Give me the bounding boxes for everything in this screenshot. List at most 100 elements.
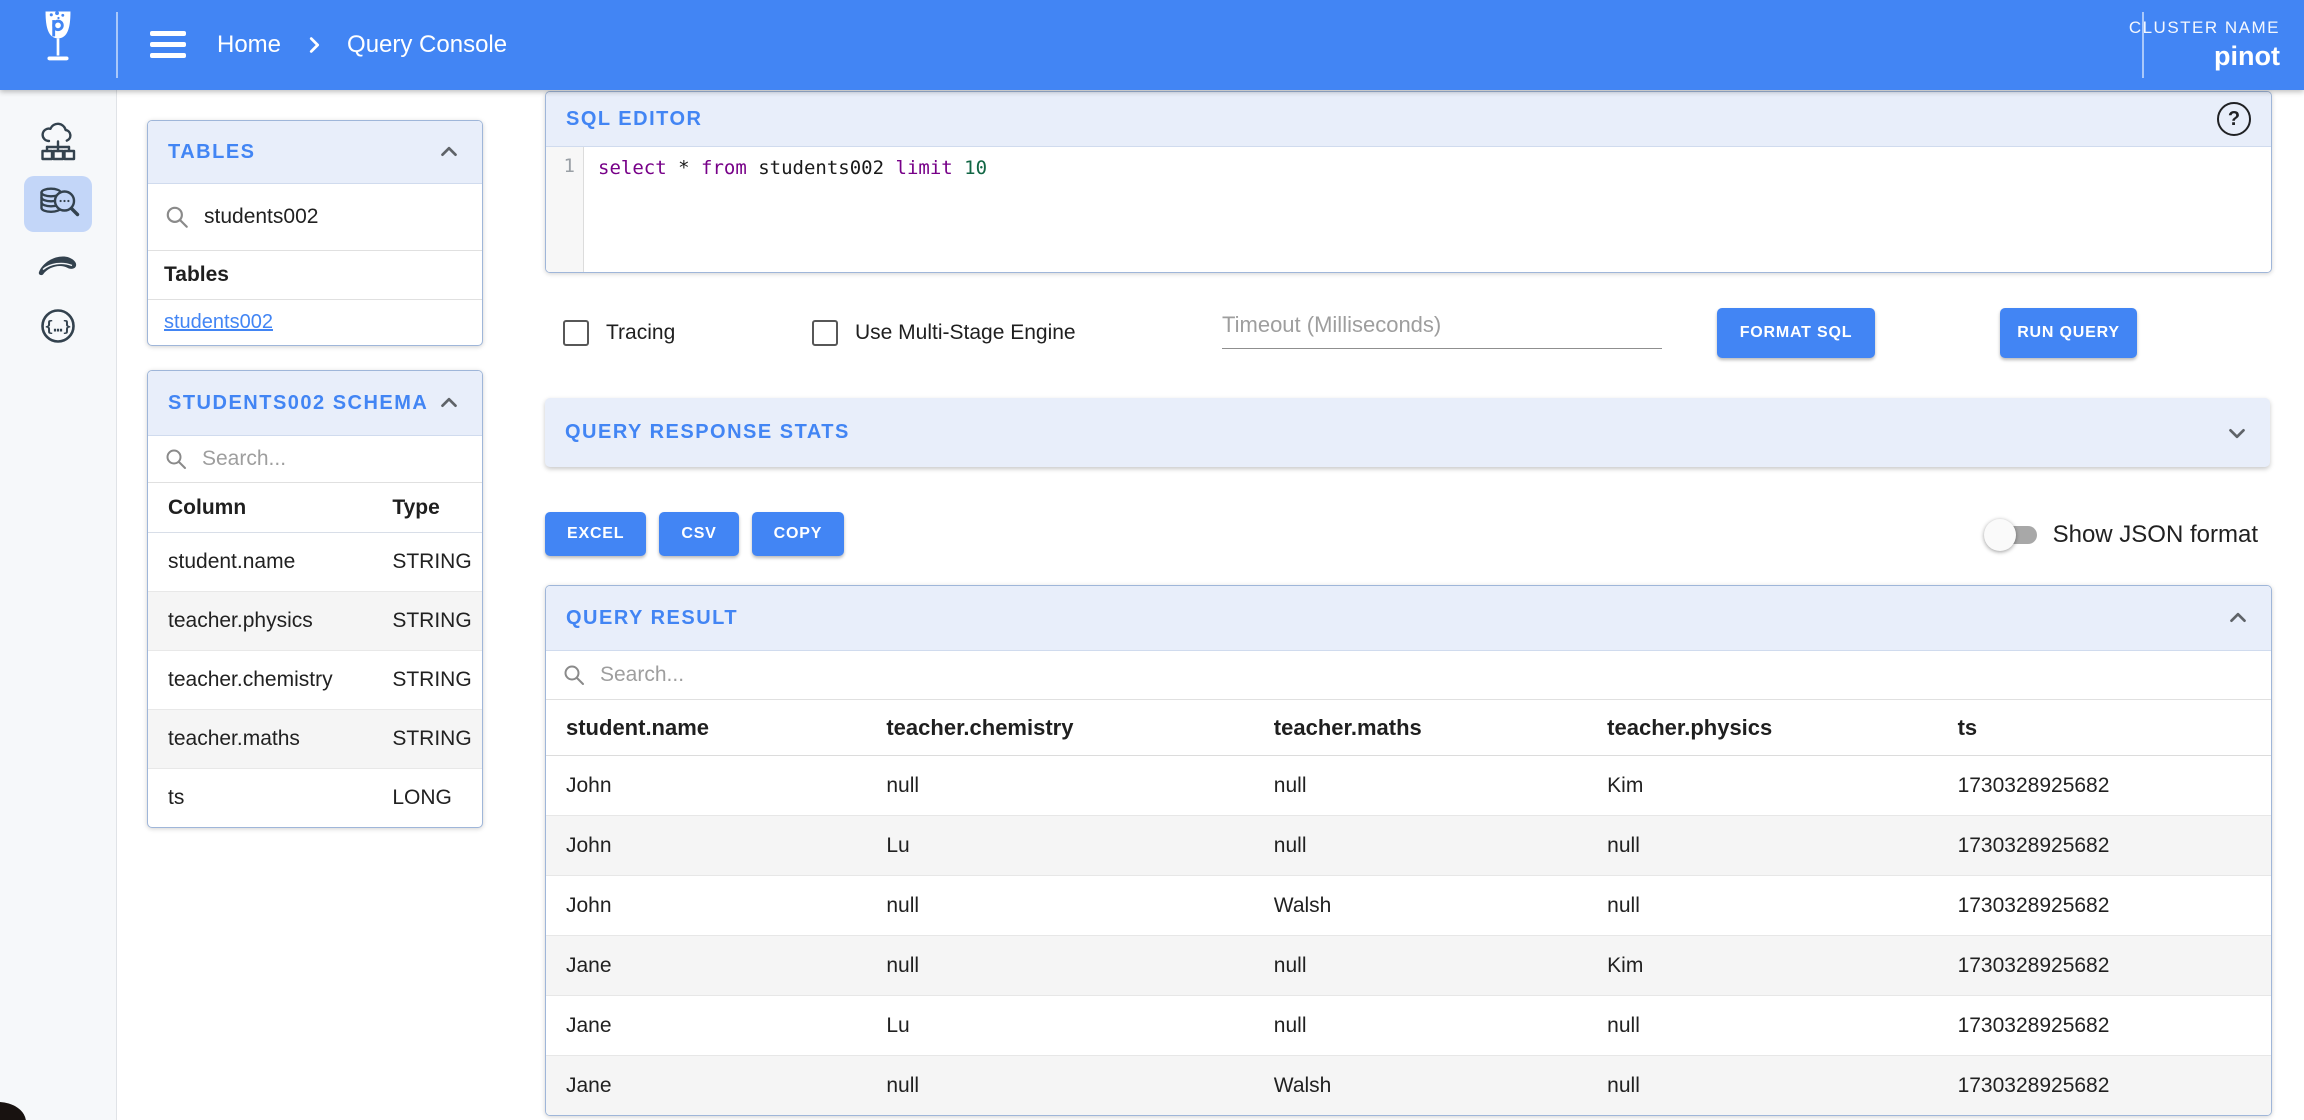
sql-token <box>953 157 964 179</box>
schema-column-header[interactable]: Column <box>148 483 372 533</box>
result-column-header[interactable]: teacher.physics <box>1587 700 1937 756</box>
result-cell: null <box>1587 876 1937 936</box>
search-icon <box>164 447 188 471</box>
pinot-logo-icon[interactable] <box>35 8 81 82</box>
schema-col-type: STRING <box>372 710 482 769</box>
show-json-toggle-label: Show JSON format <box>2053 521 2258 549</box>
sql-token <box>884 157 895 179</box>
schema-search-input[interactable] <box>200 446 475 472</box>
result-row: JanenullWalshnull1730328925682 <box>546 1056 2271 1116</box>
table-link-students002[interactable]: students002 <box>164 311 273 334</box>
multistage-checkbox-group[interactable]: Use Multi-Stage Engine <box>812 300 1076 366</box>
schema-col-name: teacher.maths <box>148 710 372 769</box>
nav-cluster-manager-icon[interactable] <box>24 118 92 174</box>
result-cell: null <box>866 1056 1253 1116</box>
tracing-label: Tracing <box>606 321 675 345</box>
help-icon[interactable]: ? <box>2217 102 2251 136</box>
cluster-name-label: CLUSTER NAME <box>2129 18 2280 38</box>
schema-col-type: STRING <box>372 592 482 651</box>
sql-token: students002 <box>758 157 884 179</box>
result-column-header[interactable]: teacher.maths <box>1254 700 1587 756</box>
result-cell: John <box>546 756 866 816</box>
collapse-up-icon[interactable] <box>436 390 462 416</box>
result-cell: Walsh <box>1254 876 1587 936</box>
sql-code-line[interactable]: select * from students002 limit 10 <box>584 147 987 273</box>
result-cell: Jane <box>546 1056 866 1116</box>
schema-panel-header[interactable]: STUDENTS002 SCHEMA <box>148 371 482 436</box>
result-cell: null <box>1254 756 1587 816</box>
breadcrumb: Home Query Console <box>217 0 507 90</box>
result-cell: Jane <box>546 936 866 996</box>
sql-token <box>667 157 678 179</box>
result-cell: 1730328925682 <box>1938 936 2271 996</box>
sql-editor-title: SQL EDITOR <box>566 108 703 131</box>
header-divider <box>116 12 118 78</box>
search-icon <box>562 663 586 687</box>
excel-button[interactable]: EXCEL <box>545 512 646 556</box>
result-cell: null <box>1254 936 1587 996</box>
result-search-input[interactable] <box>598 662 2255 688</box>
schema-col-name: teacher.chemistry <box>148 651 372 710</box>
result-row: JohnnullnullKim1730328925682 <box>546 756 2271 816</box>
result-column-header[interactable]: ts <box>1938 700 2271 756</box>
query-response-stats-title: QUERY RESPONSE STATS <box>565 421 850 444</box>
result-cell: Kim <box>1587 756 1937 816</box>
timeout-input[interactable] <box>1222 312 1662 349</box>
schema-row: teacher.mathsSTRING <box>148 710 482 769</box>
svg-text:{…}: {…} <box>44 318 71 336</box>
tracing-checkbox-group[interactable]: Tracing <box>563 300 675 366</box>
sql-token: select <box>598 157 667 179</box>
query-result-header[interactable]: QUERY RESULT <box>546 586 2271 651</box>
sql-token <box>690 157 701 179</box>
schema-row: teacher.chemistrySTRING <box>148 651 482 710</box>
menu-toggle-icon[interactable] <box>150 31 186 59</box>
table-list-item: students002 <box>148 300 482 345</box>
query-response-stats-panel[interactable]: QUERY RESPONSE STATS <box>545 398 2270 467</box>
sql-editor-area[interactable]: 1 select * from students002 limit 10 <box>546 147 2271 273</box>
sql-token: limit <box>896 157 953 179</box>
format-sql-button[interactable]: FORMAT SQL <box>1717 308 1875 358</box>
chevron-right-icon <box>303 34 325 56</box>
result-column-header[interactable]: teacher.chemistry <box>866 700 1253 756</box>
left-nav-rail: {…} <box>0 90 117 1120</box>
result-cell: 1730328925682 <box>1938 876 2271 936</box>
cluster-name-value: pinot <box>2214 41 2280 72</box>
run-query-button[interactable]: RUN QUERY <box>2000 308 2137 358</box>
result-search-row <box>546 651 2271 700</box>
result-row: JaneLunullnull1730328925682 <box>546 996 2271 1056</box>
breadcrumb-home-link[interactable]: Home <box>217 31 281 59</box>
collapse-up-icon[interactable] <box>2225 605 2251 631</box>
result-table-header-row: student.nameteacher.chemistryteacher.mat… <box>546 700 2271 756</box>
show-json-toggle[interactable] <box>1987 526 2037 544</box>
tables-panel-header[interactable]: TABLES <box>148 121 482 184</box>
csv-button[interactable]: CSV <box>659 512 738 556</box>
schema-col-type: STRING <box>372 651 482 710</box>
nav-swagger-icon[interactable]: {…} <box>24 298 92 354</box>
sql-editor-header: SQL EDITOR ? <box>546 92 2271 147</box>
result-table: student.nameteacher.chemistryteacher.mat… <box>546 700 2271 1115</box>
tables-panel-title: TABLES <box>168 141 256 164</box>
query-result-panel: QUERY RESULT student.nameteacher.chemist… <box>545 585 2272 1116</box>
collapse-down-icon[interactable] <box>2224 420 2250 446</box>
collapse-up-icon[interactable] <box>436 139 462 165</box>
tables-panel: TABLES Tables students002 <box>147 120 483 346</box>
result-column-header[interactable]: student.name <box>546 700 866 756</box>
result-cell: Kim <box>1587 936 1937 996</box>
result-cell: Jane <box>546 996 866 1056</box>
schema-row: teacher.physicsSTRING <box>148 592 482 651</box>
nav-query-console-icon[interactable] <box>24 176 92 232</box>
multistage-checkbox[interactable] <box>812 320 838 346</box>
copy-button[interactable]: COPY <box>752 512 845 556</box>
result-cell: 1730328925682 <box>1938 756 2271 816</box>
result-cell: null <box>866 936 1253 996</box>
nav-zookeeper-icon[interactable] <box>24 237 92 293</box>
tracing-checkbox[interactable] <box>563 320 589 346</box>
multistage-label: Use Multi-Stage Engine <box>855 321 1076 345</box>
tables-list-header: Tables <box>148 251 482 300</box>
result-cell: null <box>1587 1056 1937 1116</box>
schema-col-type: STRING <box>372 533 482 592</box>
json-format-toggle-group: Show JSON format <box>1987 512 2258 558</box>
tables-search-input[interactable] <box>202 204 477 230</box>
schema-type-header[interactable]: Type <box>372 483 482 533</box>
result-cell: Walsh <box>1254 1056 1587 1116</box>
